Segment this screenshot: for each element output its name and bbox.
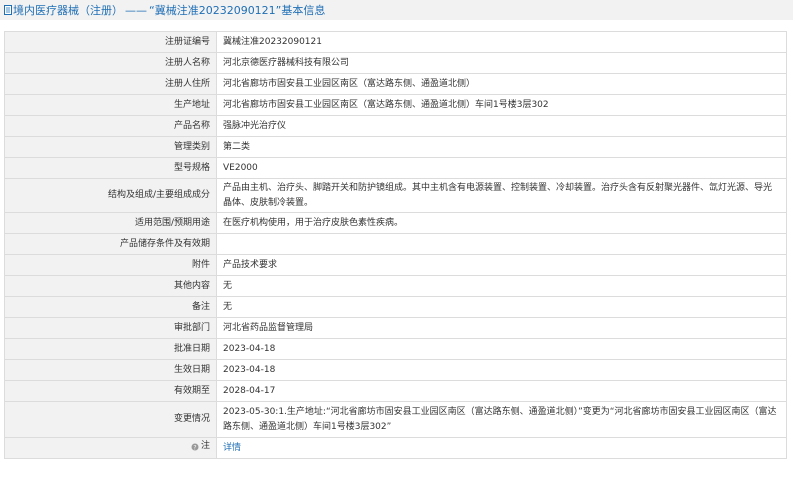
field-label: 附件	[4, 254, 217, 276]
field-label: 批准日期	[4, 338, 217, 360]
field-value: 产品由主机、治疗头、脚踏开关和防护镜组成。其中主机含有电源装置、控制装置、冷却装…	[216, 178, 787, 213]
note-label: 注	[200, 441, 210, 452]
field-label: 产品储存条件及有效期	[4, 233, 217, 255]
field-label: 结构及组成/主要组成成分	[4, 178, 217, 213]
field-label: 注册人住所	[4, 73, 217, 95]
detail-link[interactable]: 详情	[223, 443, 241, 453]
table-row: 附件 产品技术要求	[4, 254, 787, 276]
field-value: 2023-05-30:1.生产地址:“河北省廊坊市固安县工业园区南区（富达路东侧…	[216, 401, 787, 438]
table-row: 注册证编号 冀械注准20232090121	[4, 31, 787, 53]
field-label: 适用范围/预期用途	[4, 212, 217, 234]
table-row: 其他内容 无	[4, 275, 787, 297]
field-value	[216, 233, 787, 255]
table-row: 注册人名称 河北京德医疗器械科技有限公司	[4, 52, 787, 74]
field-value: 河北省药品监督管理局	[216, 317, 787, 339]
field-value: 在医疗机构使用，用于治疗皮肤色素性疾病。	[216, 212, 787, 234]
field-label: 审批部门	[4, 317, 217, 339]
field-label: 生效日期	[4, 359, 217, 381]
table-row: 有效期至 2028-04-17	[4, 380, 787, 402]
field-value: 河北京德医疗器械科技有限公司	[216, 52, 787, 74]
note-label-cell: ? 注	[4, 437, 217, 459]
field-value: 产品技术要求	[216, 254, 787, 276]
table-row: 批准日期 2023-04-18	[4, 338, 787, 360]
field-value: 第二类	[216, 136, 787, 158]
table-row: 注册人住所 河北省廊坊市固安县工业园区南区（富达路东侧、通盈道北侧）	[4, 73, 787, 95]
field-value: 强脉冲光治疗仪	[216, 115, 787, 137]
table-row: ? 注 详情	[4, 437, 787, 459]
field-value: VE2000	[216, 157, 787, 179]
field-value: 2023-04-18	[216, 359, 787, 381]
question-icon: ?	[191, 443, 199, 451]
table-row: 产品储存条件及有效期	[4, 233, 787, 255]
field-label: 管理类别	[4, 136, 217, 158]
header-title-prefix: 境内医疗器械（注册）	[13, 4, 123, 17]
header-separator: ——	[125, 3, 147, 17]
table-row: 结构及组成/主要组成成分 产品由主机、治疗头、脚踏开关和防护镜组成。其中主机含有…	[4, 178, 787, 213]
field-label: 产品名称	[4, 115, 217, 137]
table-row: 型号规格 VE2000	[4, 157, 787, 179]
field-label: 注册证编号	[4, 31, 217, 53]
field-label: 变更情况	[4, 401, 217, 438]
field-label: 注册人名称	[4, 52, 217, 74]
field-value: 2028-04-17	[216, 380, 787, 402]
table-row: 生效日期 2023-04-18	[4, 359, 787, 381]
document-icon	[4, 5, 12, 15]
field-label: 型号规格	[4, 157, 217, 179]
table-row: 审批部门 河北省药品监督管理局	[4, 317, 787, 339]
table-row: 变更情况 2023-05-30:1.生产地址:“河北省廊坊市固安县工业园区南区（…	[4, 401, 787, 438]
svg-text:?: ?	[193, 444, 196, 451]
field-label: 生产地址	[4, 94, 217, 116]
table-row: 管理类别 第二类	[4, 136, 787, 158]
info-table: 注册证编号 冀械注准20232090121 注册人名称 河北京德医疗器械科技有限…	[4, 31, 787, 459]
table-row: 产品名称 强脉冲光治疗仪	[4, 115, 787, 137]
page-header: 境内医疗器械（注册） —— “冀械注准20232090121”基本信息	[0, 0, 793, 20]
table-row: 适用范围/预期用途 在医疗机构使用，用于治疗皮肤色素性疾病。	[4, 212, 787, 234]
field-label: 其他内容	[4, 275, 217, 297]
header-title-suffix: “冀械注准20232090121”基本信息	[149, 4, 326, 17]
field-value: 2023-04-18	[216, 338, 787, 360]
field-label: 有效期至	[4, 380, 217, 402]
field-value: 河北省廊坊市固安县工业园区南区（富达路东侧、通盈道北侧）	[216, 73, 787, 95]
field-label: 备注	[4, 296, 217, 318]
table-row: 生产地址 河北省廊坊市固安县工业园区南区（富达路东侧、通盈道北侧）车间1号楼3层…	[4, 94, 787, 116]
field-value: 无	[216, 296, 787, 318]
table-row: 备注 无	[4, 296, 787, 318]
field-value: 冀械注准20232090121	[216, 31, 787, 53]
field-value: 河北省廊坊市固安县工业园区南区（富达路东侧、通盈道北侧）车间1号楼3层302	[216, 94, 787, 116]
field-value: 无	[216, 275, 787, 297]
note-value: 详情	[216, 437, 787, 459]
